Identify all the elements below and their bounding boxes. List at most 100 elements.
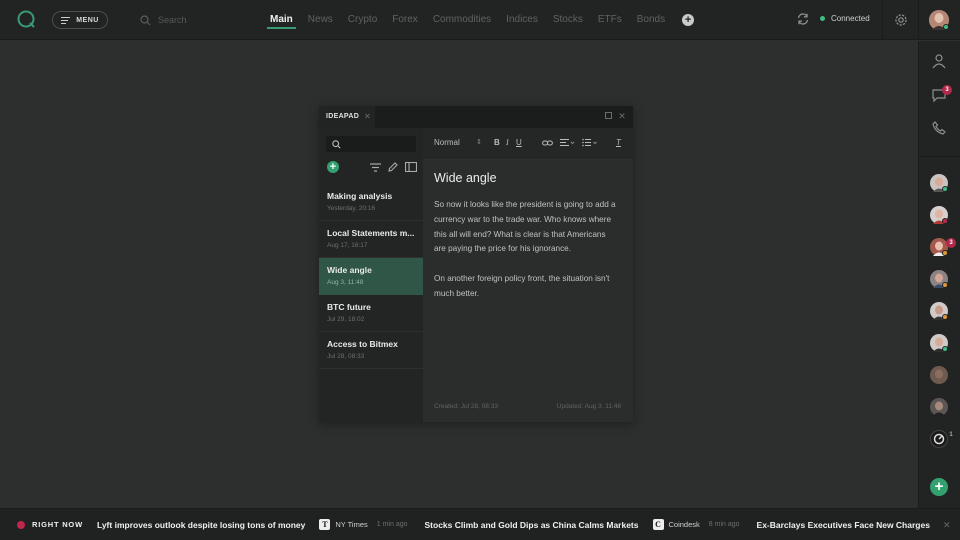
notes-search-input[interactable] [326, 136, 416, 152]
tab-news[interactable]: News [308, 0, 333, 40]
link-icon[interactable] [542, 138, 553, 148]
edit-icon[interactable] [388, 162, 398, 172]
search-icon [332, 140, 341, 149]
contact-avatar[interactable] [930, 174, 948, 192]
contact-status-away [942, 282, 948, 288]
note-editor-title[interactable]: Wide angle [434, 171, 497, 185]
user-avatar[interactable] [929, 10, 949, 30]
note-editor[interactable]: Normal ⇕ B I U T Wide angle So now it lo… [423, 128, 633, 422]
ticker-headline[interactable]: Ex-Barclays Executives Face New Charges [757, 520, 930, 530]
tab-etfs[interactable]: ETFs [598, 0, 622, 40]
note-editor-body[interactable]: So now it looks like the president is go… [434, 198, 619, 317]
add-contact-button[interactable]: + [930, 478, 948, 496]
note-date: Jul 28, 08:33 [327, 353, 365, 360]
contact-unread-badge: 1 [949, 432, 953, 438]
align-left-icon[interactable] [560, 138, 575, 148]
notes-sidebar: + Making analysis Yesterday, 20:16 Local… [319, 128, 423, 422]
format-select-arrows-icon: ⇕ [476, 139, 482, 146]
close-tab-icon[interactable]: ✕ [364, 106, 371, 128]
group-logo-icon [933, 433, 945, 445]
user-status-dot [943, 24, 949, 30]
ideapad-tab-label: IDEAPAD [326, 113, 360, 120]
add-note-button[interactable]: + [327, 161, 339, 173]
note-list-item-selected[interactable]: Wide angle Aug 3, 11:48 [319, 258, 423, 295]
connection-status: Connected [820, 14, 870, 23]
nytimes-icon: T [319, 519, 331, 530]
ideapad-tab[interactable]: IDEAPAD ✕ [319, 106, 375, 128]
sidebar-toggle-icon[interactable] [405, 162, 417, 172]
contact-avatar[interactable] [930, 334, 948, 352]
ticker-source[interactable]: C Coindesk 8 min ago [652, 519, 740, 530]
avatar-face-icon [935, 369, 943, 379]
menu-button[interactable]: MENU [52, 11, 108, 29]
contact-avatar[interactable] [930, 302, 948, 320]
ticker-headline[interactable]: Stocks Climb and Gold Dips as China Calm… [425, 520, 639, 530]
menu-label: MENU [76, 16, 99, 24]
maximize-icon[interactable] [604, 112, 612, 120]
messages-badge: 3 [942, 85, 952, 95]
sync-icon[interactable] [796, 12, 810, 26]
ticker-label: RIGHT NOW [32, 520, 83, 529]
coindesk-icon: C [652, 519, 664, 530]
connection-dot-icon [820, 16, 825, 21]
divider [882, 0, 883, 40]
note-list-item[interactable]: Local Statements m... Aug 17, 16:17 [319, 221, 423, 258]
contact-status-online [942, 186, 948, 192]
contact-avatar[interactable] [930, 206, 948, 224]
editor-toolbar: Normal ⇕ B I U T [423, 128, 633, 158]
format-select[interactable]: Normal [434, 138, 460, 148]
note-meta: Created: Jul 28, 08:33 Updated: Aug 3, 1… [434, 403, 621, 410]
tab-bonds[interactable]: Bonds [637, 0, 665, 40]
profile-icon[interactable] [931, 53, 947, 69]
search-input[interactable] [158, 15, 248, 25]
note-list-item[interactable]: Access to Bitmex Jul 28, 08:33 [319, 332, 423, 369]
note-title: Local Statements m... [327, 228, 415, 238]
note-date: Jul 29, 18:02 [327, 316, 365, 323]
tab-stocks[interactable]: Stocks [553, 0, 583, 40]
filter-icon[interactable] [370, 163, 381, 172]
close-icon[interactable]: ✕ [618, 112, 626, 121]
market-tabs: Main News Crypto Forex Commodities Indic… [267, 0, 695, 40]
phone-icon[interactable] [931, 120, 947, 136]
ticker-source-name: Coindesk [668, 520, 700, 529]
app-logo-icon[interactable] [16, 9, 36, 29]
note-title: Wide angle [327, 265, 372, 275]
tab-commodities[interactable]: Commodities [433, 0, 491, 40]
contact-status-away [942, 314, 948, 320]
ticker-close-icon[interactable]: ✕ [943, 520, 951, 531]
ticker-source-name: NY Times [335, 520, 368, 529]
tab-crypto[interactable]: Crypto [348, 0, 377, 40]
list-icon[interactable] [582, 138, 598, 148]
note-list-item[interactable]: BTC future Jul 29, 18:02 [319, 295, 423, 332]
note-title: Making analysis [327, 191, 393, 201]
note-list-item[interactable]: Making analysis Yesterday, 20:16 [319, 184, 423, 221]
live-dot-icon [17, 520, 25, 529]
contact-avatar[interactable] [930, 270, 948, 288]
add-tab-button[interactable]: + [682, 14, 695, 26]
divider [919, 156, 960, 157]
contact-avatar[interactable] [930, 398, 948, 416]
connection-label: Connected [831, 14, 870, 23]
tab-forex[interactable]: Forex [392, 0, 418, 40]
clear-format-button[interactable]: T [616, 138, 621, 148]
tab-indices[interactable]: Indices [506, 0, 538, 40]
note-title: Access to Bitmex [327, 339, 398, 349]
avatar-face-icon [933, 401, 945, 416]
note-paragraph: On another foreign policy front, the sit… [434, 274, 610, 298]
search-icon [140, 14, 151, 25]
contact-status-online [942, 346, 948, 352]
right-now-label: RIGHT NOW [17, 520, 83, 529]
tab-main[interactable]: Main [267, 0, 296, 40]
divider [918, 0, 919, 40]
italic-button[interactable]: I [506, 138, 509, 148]
panel-header: IDEAPAD ✕ ✕ [319, 106, 633, 128]
note-created: Created: Jul 28, 08:33 [434, 403, 498, 410]
news-ticker: RIGHT NOW Lyft improves outlook despite … [0, 508, 960, 540]
bold-button[interactable]: B [494, 138, 500, 148]
contact-avatar[interactable] [930, 366, 948, 384]
ticker-headline[interactable]: Lyft improves outlook despite losing ton… [97, 520, 305, 530]
ticker-source[interactable]: T NY Times 1 min ago [319, 519, 408, 530]
search-box[interactable] [140, 12, 250, 28]
gear-icon[interactable] [893, 12, 909, 28]
underline-button[interactable]: U [516, 138, 522, 148]
